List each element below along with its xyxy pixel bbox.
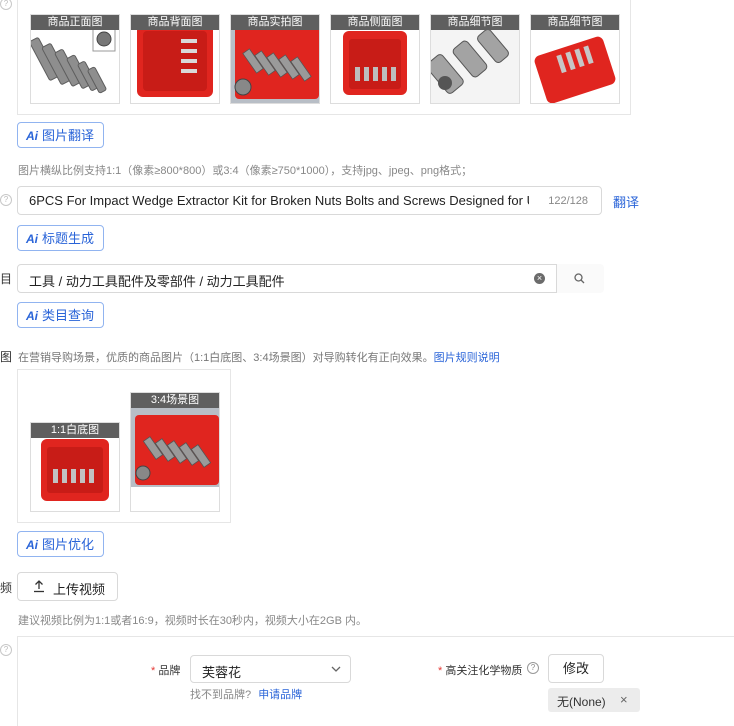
title-field[interactable]: 6PCS For Impact Wedge Extractor Kit for … <box>17 186 602 215</box>
product-image-detail-2[interactable]: 商品细节图 <box>530 14 620 104</box>
clear-icon[interactable]: × <box>534 273 545 284</box>
product-image-front[interactable]: 商品正面图 <box>30 14 120 104</box>
help-icon[interactable]: ? <box>527 662 539 674</box>
white-bg-image[interactable]: 1:1白底图 <box>30 422 120 512</box>
marketing-hint: 在营销导购场景，优质的商品图片（1:1白底图、3:4场景图）对导购转化有正向效果… <box>18 349 500 365</box>
image-rules-link[interactable]: 图片规则说明 <box>434 352 500 364</box>
image-format-hint: 图片横纵比例支持1:1（像素≥800*800）或3:4（像素≥750*1000）… <box>18 165 473 177</box>
attributes-panel <box>17 636 734 726</box>
chemical-tag-text: 无(None) <box>557 695 606 709</box>
image-label: 商品实拍图 <box>231 15 319 30</box>
search-icon <box>574 273 585 284</box>
brand-missing-row: 找不到品牌? 申请品牌 <box>190 686 302 702</box>
category-query-button[interactable]: Ai 类目查询 <box>17 302 105 328</box>
image-label: 商品侧面图 <box>331 15 419 30</box>
help-icon[interactable]: ? <box>0 194 12 206</box>
upload-icon <box>34 580 44 593</box>
marketing-hint-text: 在营销导购场景，优质的商品图片（1:1白底图、3:4场景图）对导购转化有正向效果… <box>18 352 434 364</box>
product-image-back[interactable]: 商品背面图 <box>130 14 220 104</box>
product-images-panel: 商品正面图 商品背面图 商品实拍图 商品侧面图 商品细节图 商品细节图 <box>17 0 631 115</box>
modify-button[interactable]: 修改 <box>548 654 604 683</box>
title-char-counter: 122/128 <box>548 195 588 207</box>
ai-icon: Ai <box>26 129 38 143</box>
ai-icon: Ai <box>26 232 38 246</box>
brand-label: * 品牌 <box>151 662 180 678</box>
close-icon[interactable]: × <box>620 692 628 707</box>
title-generate-label: 标题生成 <box>42 231 95 246</box>
title-generate-button[interactable]: Ai 标题生成 <box>17 225 105 251</box>
category-query-label: 类目查询 <box>42 308 95 323</box>
category-search-button[interactable] <box>556 264 604 293</box>
chemical-label-text: 高关注化学物质 <box>445 665 523 677</box>
video-edge-label: 频 <box>0 581 13 595</box>
chemical-label: * 高关注化学物质 <box>438 662 522 678</box>
image-label: 商品背面图 <box>131 15 219 30</box>
video-hint: 建议视频比例为1:1或者16:9，视频时长在30秒内，视频大小在2GB 内。 <box>18 615 368 627</box>
upload-video-button[interactable]: 上传视频 <box>17 572 118 601</box>
ai-icon: Ai <box>26 309 38 323</box>
image-label: 商品正面图 <box>31 15 119 30</box>
marketing-edge-label: 图 <box>0 350 13 364</box>
scene-kit-image <box>131 393 219 511</box>
upload-video-label: 上传视频 <box>53 582 106 597</box>
image-optimize-button[interactable]: Ai 图片优化 <box>17 531 105 557</box>
help-icon[interactable]: ? <box>0 0 12 10</box>
image-label: 3:4场景图 <box>131 393 219 408</box>
marketing-images-panel: 1:1白底图 3:4场景图 <box>17 369 231 523</box>
image-optimize-label: 图片优化 <box>42 537 95 552</box>
help-icon[interactable]: ? <box>0 644 12 656</box>
category-value: 工具 / 动力工具配件及零部件 / 动力工具配件 <box>29 274 285 289</box>
image-translate-label: 图片翻译 <box>42 128 95 143</box>
category-edge-label: 目 <box>0 272 13 286</box>
product-image-real[interactable]: 商品实拍图 <box>230 14 320 104</box>
scene-image[interactable]: 3:4场景图 <box>130 392 220 512</box>
image-label: 商品细节图 <box>431 15 519 30</box>
image-label: 商品细节图 <box>531 15 619 30</box>
brand-missing-text: 找不到品牌? <box>190 689 252 701</box>
apply-brand-link[interactable]: 申请品牌 <box>258 689 302 701</box>
title-translate-link[interactable]: 翻译 <box>613 192 639 211</box>
category-field[interactable]: 工具 / 动力工具配件及零部件 / 动力工具配件 × <box>17 264 604 293</box>
ai-icon: Ai <box>26 538 38 552</box>
brand-value: 芙蓉花 <box>202 665 242 680</box>
chemical-tag: 无(None) × <box>548 688 640 712</box>
brand-label-text: 品牌 <box>158 665 181 677</box>
product-image-detail-1[interactable]: 商品细节图 <box>430 14 520 104</box>
title-input[interactable]: 6PCS For Impact Wedge Extractor Kit for … <box>29 193 529 208</box>
image-label: 1:1白底图 <box>31 423 119 438</box>
chevron-down-icon <box>331 666 341 672</box>
product-image-side[interactable]: 商品侧面图 <box>330 14 420 104</box>
image-translate-button[interactable]: Ai 图片翻译 <box>17 122 105 148</box>
brand-select[interactable]: 芙蓉花 <box>190 655 351 683</box>
